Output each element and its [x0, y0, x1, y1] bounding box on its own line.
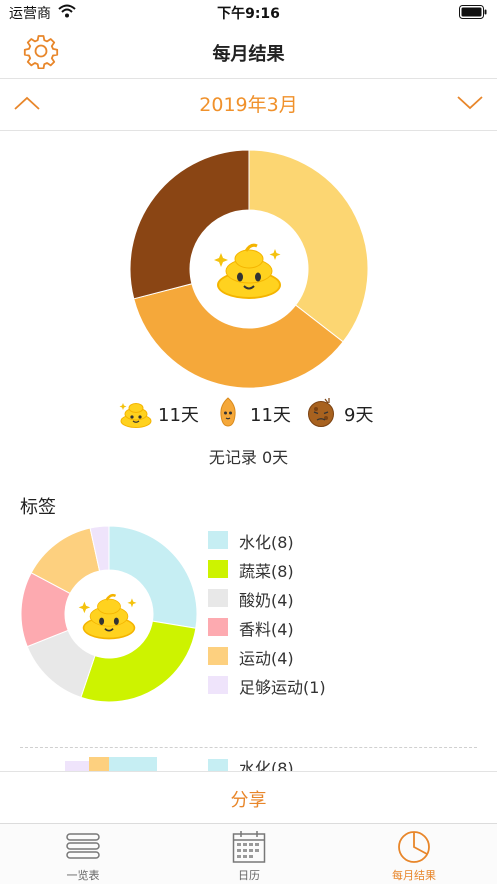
legend-label: 11天 — [250, 405, 291, 426]
tags-donut-chart — [20, 525, 198, 703]
tag-color-swatch — [208, 589, 228, 607]
legend-item: 11天 — [118, 395, 199, 431]
pie-slice-1 — [248, 149, 369, 343]
brown-poop-icon — [308, 398, 334, 427]
tab-calendar[interactable]: 日历 — [166, 824, 332, 884]
tag-legend-item: 水化(8) — [208, 757, 408, 771]
tab-monthly-results[interactable]: 每月结果 — [331, 824, 497, 884]
chevron-down-icon — [457, 96, 483, 110]
tab-bar: 一览表 日历 每月结果 — [0, 823, 497, 884]
month-label: 2019年3月 — [199, 94, 298, 116]
tall-poop-icon — [220, 397, 236, 427]
tag-color-swatch — [208, 531, 228, 549]
tag-color-swatch — [208, 647, 228, 665]
list-icon — [66, 833, 100, 859]
status-bar: 运营商 下午9:16 — [0, 0, 497, 26]
tag-legend-item: 水化(8) — [208, 526, 488, 555]
legend-label: 9天 — [344, 405, 374, 426]
legend-label: 11天 — [158, 405, 199, 426]
tag-label: 酸奶(4) — [239, 591, 294, 610]
tags-section-title: 标签 — [20, 497, 56, 518]
share-bar: 分享 — [0, 771, 497, 824]
tag-legend-item: 足够运动(1) — [208, 671, 488, 700]
month-bar: 2019年3月 — [0, 78, 497, 131]
tag-label: 足够运动(1) — [239, 678, 326, 697]
status-time: 下午9:16 — [217, 6, 280, 22]
tag-color-swatch — [208, 560, 228, 578]
tab-label: 一览表 — [66, 869, 100, 882]
section-divider — [20, 747, 477, 748]
tags-donut-chart-peek — [65, 757, 157, 771]
happy-poop-icon — [119, 403, 152, 428]
tag-legend-item: 酸奶(4) — [208, 584, 488, 613]
tag-label: 水化(8) — [239, 533, 294, 552]
tag-legend-item: 蔬菜(8) — [208, 555, 488, 584]
tag-label: 水化(8) — [239, 759, 294, 771]
next-month-button[interactable] — [453, 88, 487, 118]
tag-color-swatch — [208, 676, 228, 694]
happy-poop-icon — [78, 593, 137, 640]
tab-label: 每月结果 — [392, 869, 436, 882]
no-record-label: 无记录 0天 — [208, 448, 289, 467]
battery-icon — [459, 5, 487, 19]
tag-label: 香料(4) — [239, 620, 294, 639]
tags-legend: 水化(8) 蔬菜(8) 酸奶(4) 香料(4) 运动(4) 足够运动(1) — [208, 526, 488, 700]
calendar-icon — [232, 831, 266, 863]
tag-color-swatch — [208, 618, 228, 636]
tag-legend-item: 香料(4) — [208, 613, 488, 642]
page-title: 每月结果 — [212, 44, 285, 65]
tag-legend-item: 运动(4) — [208, 642, 488, 671]
tab-label: 日历 — [238, 869, 260, 882]
tag-label: 运动(4) — [239, 649, 294, 668]
summary-legend: 11天 11天 9天 — [0, 395, 497, 431]
tag-label: 蔬菜(8) — [239, 562, 294, 581]
share-button[interactable]: 分享 — [0, 786, 497, 812]
tag-color-swatch — [208, 759, 228, 771]
tab-overview[interactable]: 一览表 — [0, 824, 166, 884]
monthly-donut-chart — [129, 149, 369, 389]
legend-item: 9天 — [304, 395, 373, 431]
nav-bar: 每月结果 — [0, 26, 497, 79]
legend-item: 11天 — [214, 395, 291, 431]
tags-legend-peek: 水化(8) — [208, 757, 408, 771]
pie-chart-icon — [398, 831, 430, 863]
happy-poop-icon — [214, 243, 281, 299]
